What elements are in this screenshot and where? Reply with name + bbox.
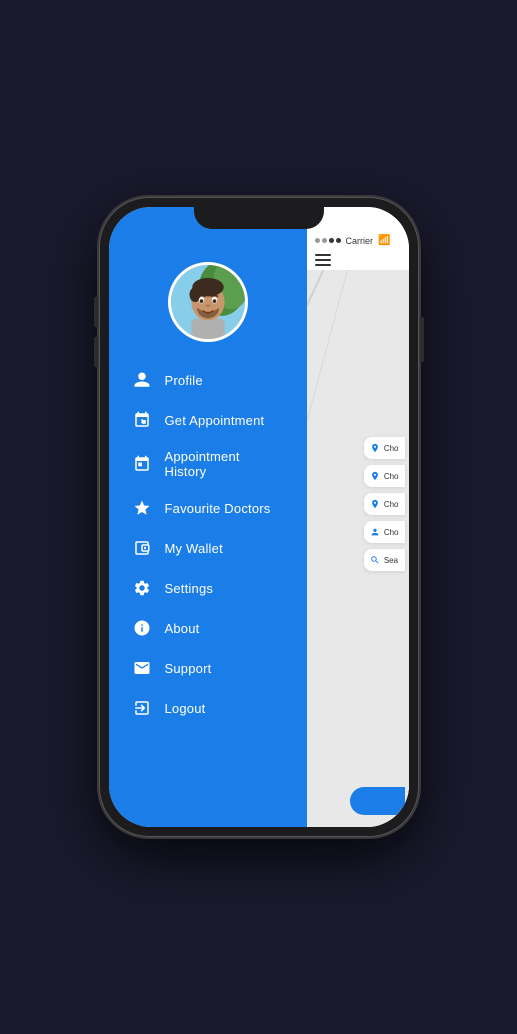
dot-3 [329, 238, 334, 243]
calendar-add-icon [131, 409, 153, 431]
menu-label-appointment-history: Appointment History [165, 449, 285, 479]
dot-2 [322, 238, 327, 243]
menu-item-logout[interactable]: Logout [119, 688, 297, 728]
signal-dots [315, 238, 341, 243]
person-icon [131, 369, 153, 391]
right-panel: Carrier 📶 Ch [307, 207, 409, 827]
menu-item-appointment-history[interactable]: Appointment History [119, 440, 297, 488]
wifi-icon: 📶 [378, 235, 390, 246]
menu-item-get-appointment[interactable]: Get Appointment [119, 400, 297, 440]
ham-line-2 [315, 259, 331, 261]
dropdown-text-4: Sea [384, 556, 398, 565]
dropdown-text-3: Cho [384, 528, 399, 537]
dropdown-item-1[interactable]: Cho [364, 465, 405, 487]
side-menu: Profile Get Appointment [109, 207, 307, 827]
menu-item-support[interactable]: Support [119, 648, 297, 688]
menu-item-profile[interactable]: Profile [119, 360, 297, 400]
avatar [168, 262, 248, 342]
menu-label-get-appointment: Get Appointment [165, 413, 265, 428]
dropdown-item-0[interactable]: Cho [364, 437, 405, 459]
menu-label-about: About [165, 621, 200, 636]
vol-up-button[interactable] [94, 297, 98, 327]
menu-item-about[interactable]: About [119, 608, 297, 648]
ham-line-3 [315, 264, 331, 266]
phone-notch [194, 207, 324, 229]
map-area: Cho Cho Cho [307, 270, 409, 827]
location-icon-2 [370, 498, 380, 510]
menu-items-list: Profile Get Appointment [109, 360, 307, 728]
map-road-diagonal-2 [307, 270, 348, 463]
map-road-diagonal-1 [307, 270, 329, 442]
phone-frame: Profile Get Appointment [99, 197, 419, 837]
power-button[interactable] [420, 317, 424, 362]
dropdown-item-4[interactable]: Sea [364, 549, 405, 571]
dropdown-item-3[interactable]: Cho [364, 521, 405, 543]
star-icon [131, 497, 153, 519]
menu-item-settings[interactable]: Settings [119, 568, 297, 608]
menu-label-profile: Profile [165, 373, 203, 388]
person-location-icon [370, 526, 380, 538]
menu-item-favourite-doctors[interactable]: Favourite Doctors [119, 488, 297, 528]
menu-label-my-wallet: My Wallet [165, 541, 223, 556]
calendar-list-icon [131, 453, 153, 475]
hamburger-menu[interactable] [307, 250, 409, 270]
map-action-button[interactable] [350, 787, 405, 815]
dot-1 [315, 238, 320, 243]
gear-icon [131, 577, 153, 599]
vol-down-button[interactable] [94, 337, 98, 367]
location-icon-1 [370, 470, 380, 482]
location-heart-icon [370, 442, 380, 454]
info-icon [131, 617, 153, 639]
avatar-container [109, 262, 307, 342]
envelope-icon [131, 657, 153, 679]
dot-4 [336, 238, 341, 243]
dropdown-text-2: Cho [384, 500, 399, 509]
ham-line-1 [315, 254, 331, 256]
dropdown-text-1: Cho [384, 472, 399, 481]
dropdown-item-2[interactable]: Cho [364, 493, 405, 515]
menu-label-support: Support [165, 661, 212, 676]
menu-item-my-wallet[interactable]: My Wallet [119, 528, 297, 568]
menu-label-favourite-doctors: Favourite Doctors [165, 501, 271, 516]
menu-label-logout: Logout [165, 701, 206, 716]
phone-screen: Profile Get Appointment [109, 207, 409, 827]
carrier-section: Carrier 📶 [315, 235, 391, 246]
dropdown-text-0: Cho [384, 444, 399, 453]
menu-label-settings: Settings [165, 581, 214, 596]
dropdown-items-list: Cho Cho Cho [364, 437, 409, 571]
logout-icon [131, 697, 153, 719]
avatar-image [171, 265, 245, 339]
carrier-text: Carrier [346, 236, 374, 246]
search-person-icon [370, 554, 380, 566]
wallet-icon [131, 537, 153, 559]
